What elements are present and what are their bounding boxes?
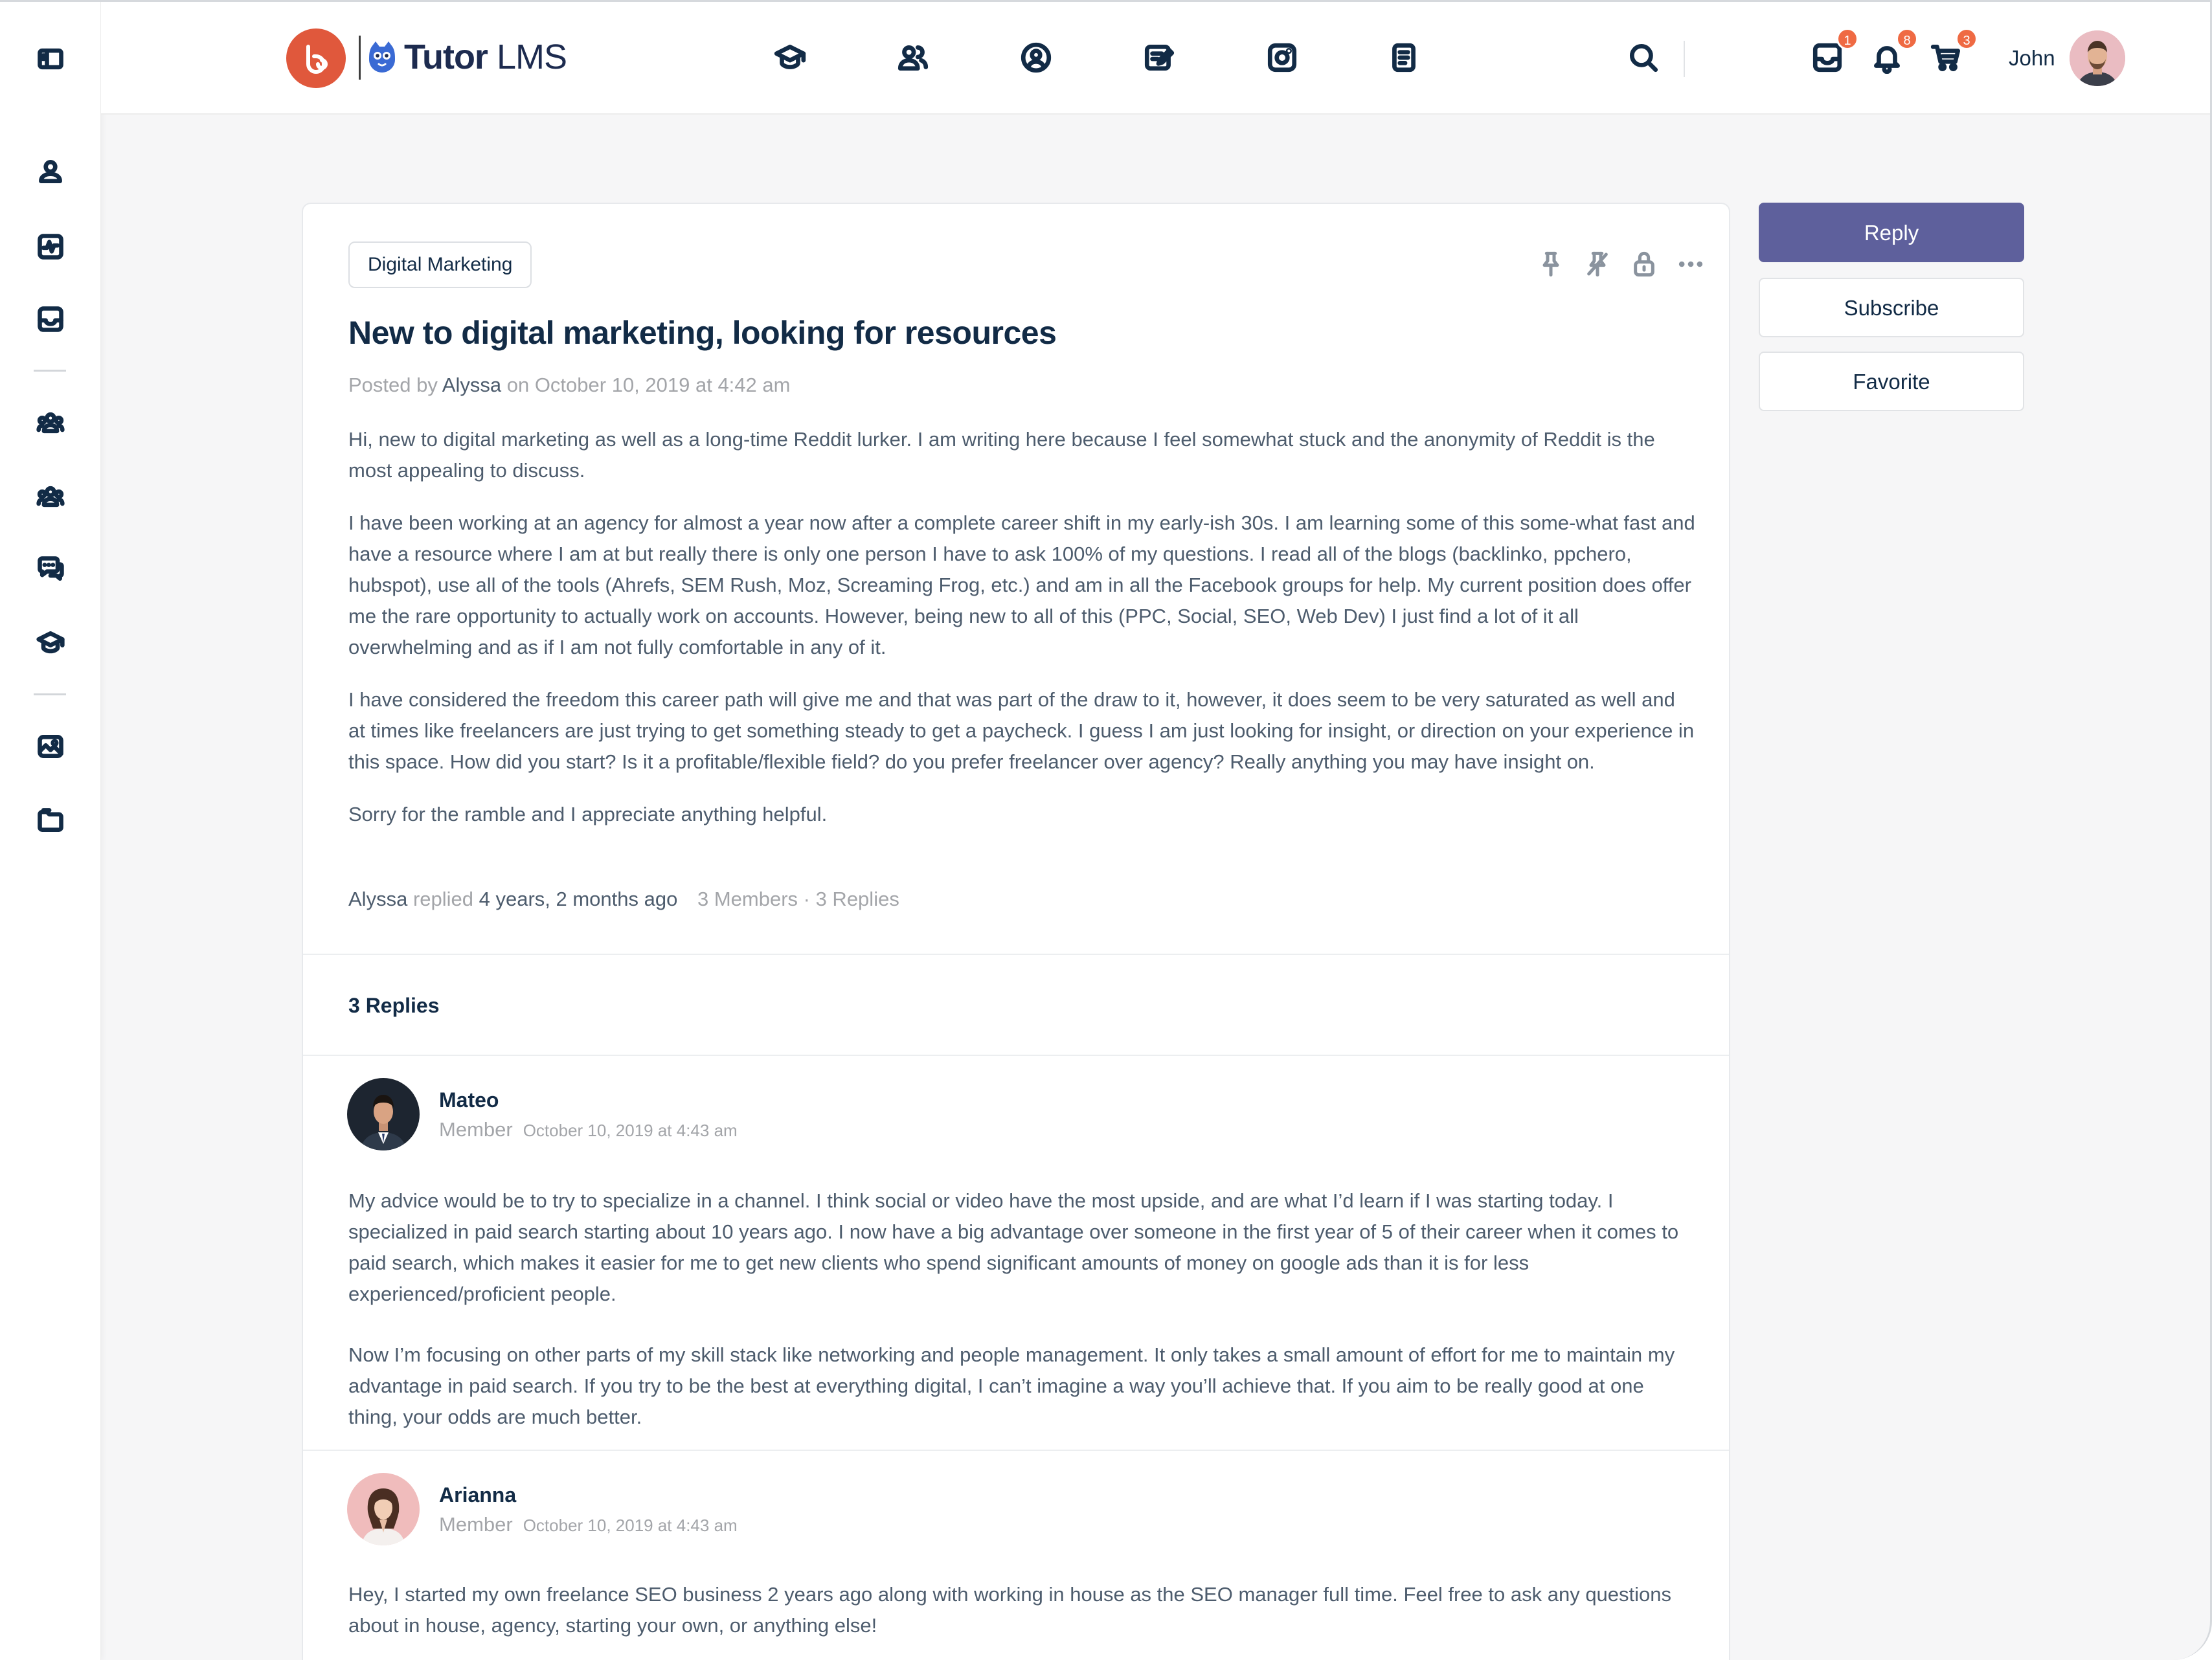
topic-footer: Alyssa replied 4 years, 2 months ago 3 M… xyxy=(348,888,899,911)
panel-toggle-icon[interactable] xyxy=(35,43,66,74)
reply-avatar[interactable] xyxy=(347,1473,420,1545)
reply-author[interactable]: Arianna xyxy=(439,1483,516,1507)
top-header: Tutor LMS 1 8 3 John xyxy=(101,2,2210,115)
topic-card: Digital Marketing New to digital marketi… xyxy=(302,203,1730,1660)
messages-icon[interactable]: 1 xyxy=(1808,28,1858,77)
search-icon[interactable] xyxy=(1624,38,1663,77)
pin-icon[interactable] xyxy=(1537,249,1564,279)
photos-nav-icon[interactable] xyxy=(1263,38,1302,77)
topic-actions xyxy=(1537,249,1704,279)
topic-paragraph: Sorry for the ramble and I appreciate an… xyxy=(348,803,828,825)
notifications-icon[interactable]: 8 xyxy=(1868,28,1918,77)
reply-body: Hey, I started my own freelance SEO busi… xyxy=(348,1579,1695,1660)
logo-separator xyxy=(359,36,361,80)
profile-icon[interactable] xyxy=(35,156,66,187)
last-reply-ago[interactable]: 4 years, 2 months ago xyxy=(479,888,678,910)
members-nav-icon[interactable] xyxy=(894,38,932,77)
forums-icon[interactable] xyxy=(35,554,66,585)
unpin-icon[interactable] xyxy=(1584,249,1611,279)
notifications-badge: 8 xyxy=(1896,28,1918,50)
reply-body: My advice would be to try to specialize … xyxy=(348,1185,1695,1463)
reply-button[interactable]: Reply xyxy=(1759,203,2024,262)
reply-avatar[interactable] xyxy=(347,1078,420,1150)
reply-author[interactable]: Mateo xyxy=(439,1088,499,1112)
tutor-lms-logo[interactable]: Tutor LMS xyxy=(367,34,567,80)
cart-badge: 3 xyxy=(1956,28,1978,50)
groups-icon[interactable] xyxy=(35,407,66,438)
last-reply-user[interactable]: Alyssa xyxy=(348,888,407,910)
reply-date: October 10, 2019 at 4:43 am xyxy=(523,1121,738,1140)
inbox-icon[interactable] xyxy=(35,304,66,335)
subscribe-button[interactable]: Subscribe xyxy=(1759,278,2024,337)
replies-heading: 3 Replies xyxy=(348,994,440,1017)
topic-paragraph: I have been working at an agency for alm… xyxy=(348,511,1695,658)
photos-icon[interactable] xyxy=(35,731,66,762)
sidebar-divider xyxy=(34,370,66,372)
meta-prefix: Posted by xyxy=(348,374,438,396)
reply-date: October 10, 2019 at 4:43 am xyxy=(523,1516,738,1535)
favorite-button[interactable]: Favorite xyxy=(1759,352,2024,411)
folder-icon[interactable] xyxy=(35,805,66,836)
topic-author[interactable]: Alyssa xyxy=(442,374,501,396)
app-window: Tutor LMS 1 8 3 John Digital Marketing N… xyxy=(0,0,2212,1660)
reply-role: Member October 10, 2019 at 4:43 am xyxy=(439,1513,738,1536)
more-options-icon[interactable] xyxy=(1677,249,1704,279)
messages-badge: 1 xyxy=(1836,28,1858,50)
left-sidebar xyxy=(0,2,101,1660)
activity-icon[interactable] xyxy=(35,231,66,262)
documents-nav-icon[interactable] xyxy=(1384,38,1423,77)
user-avatar[interactable] xyxy=(2070,30,2125,86)
user-name[interactable]: John xyxy=(2009,46,2055,71)
brand-name: Tutor xyxy=(404,38,488,76)
reply-role: Member October 10, 2019 at 4:43 am xyxy=(439,1118,738,1141)
topic-paragraph: I have considered the freedom this caree… xyxy=(348,688,1695,773)
topic-meta: Posted by Alyssa on October 10, 2019 at … xyxy=(348,374,790,397)
meta-date: on October 10, 2019 at 4:42 am xyxy=(506,374,791,396)
topic-title: New to digital marketing, looking for re… xyxy=(348,315,1057,351)
reply-item: Mateo Member October 10, 2019 at 4:43 am … xyxy=(303,1055,1729,1450)
reply-role-label: Member xyxy=(439,1513,513,1536)
reply-paragraph: My advice would be to try to specialize … xyxy=(348,1189,1679,1305)
blog-nav-icon[interactable] xyxy=(1140,38,1179,77)
divider xyxy=(303,954,1729,955)
site-logo[interactable] xyxy=(286,28,346,88)
reply-paragraph: Now I’m focusing on other parts of my sk… xyxy=(348,1343,1675,1428)
cart-icon[interactable]: 3 xyxy=(1927,28,1978,77)
header-separator xyxy=(1684,41,1685,77)
brand-suffix: LMS xyxy=(496,38,567,76)
courses-icon[interactable] xyxy=(35,627,66,658)
replied-word: replied xyxy=(412,888,473,910)
topic-stats: 3 Members · 3 Replies xyxy=(697,888,899,910)
topic-body: Hi, new to digital marketing as well as … xyxy=(348,424,1695,851)
owl-icon xyxy=(369,41,395,73)
profile-nav-icon[interactable] xyxy=(1017,38,1055,77)
members-icon[interactable] xyxy=(35,481,66,512)
courses-nav-icon[interactable] xyxy=(771,38,809,77)
lock-icon[interactable] xyxy=(1631,249,1658,279)
reply-paragraph: Hey, I started my own freelance SEO busi… xyxy=(348,1583,1672,1637)
reply-role-label: Member xyxy=(439,1118,513,1141)
forum-tag[interactable]: Digital Marketing xyxy=(348,241,532,288)
topic-paragraph: Hi, new to digital marketing as well as … xyxy=(348,428,1655,482)
sidebar-divider xyxy=(34,693,66,695)
reply-item: Arianna Member October 10, 2019 at 4:43 a… xyxy=(303,1450,1729,1660)
